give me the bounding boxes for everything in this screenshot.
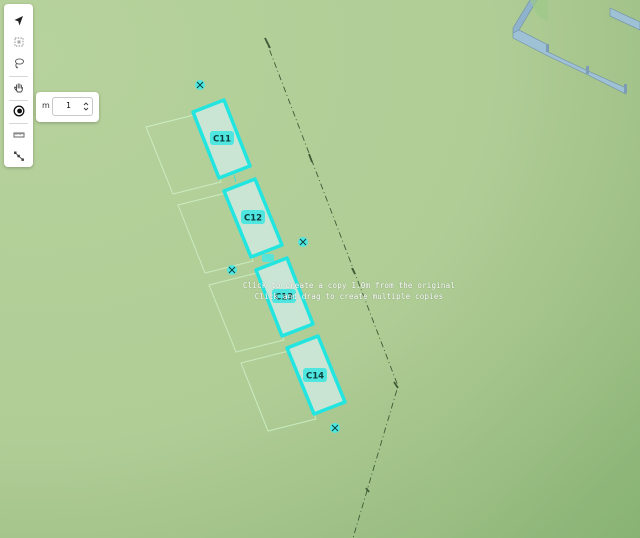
cell-label-c12: C12	[244, 214, 262, 224]
terrain-shade	[420, 300, 640, 538]
stepper-chevrons-icon[interactable]	[83, 101, 89, 112]
offset-distance-value: 1	[66, 101, 72, 110]
hand-icon	[13, 83, 23, 93]
offset-copy-tool[interactable]	[6, 101, 31, 121]
ruler-icon	[13, 132, 24, 138]
tool-palette	[4, 4, 33, 167]
toolbar-divider	[9, 123, 28, 124]
path-nodes-icon	[13, 151, 24, 161]
offset-target-icon	[13, 105, 24, 117]
pan-tool[interactable]	[6, 78, 31, 98]
measure-tool[interactable]	[6, 125, 31, 145]
junction-handle[interactable]	[262, 254, 274, 262]
offset-distance-input[interactable]: 1	[52, 97, 93, 116]
move-handle-left[interactable]	[227, 265, 237, 275]
move-handle-bottom[interactable]	[330, 423, 340, 433]
marquee-select-icon	[14, 37, 23, 47]
path-tool[interactable]	[6, 146, 31, 166]
cell-label-c11: C11	[213, 135, 231, 145]
select-tool[interactable]	[6, 11, 31, 31]
arrow-pointer-icon	[14, 16, 23, 26]
area-select-tool[interactable]	[6, 32, 31, 52]
move-handle-right[interactable]	[298, 237, 308, 247]
cell-label-c13: C13	[275, 293, 293, 303]
map-canvas[interactable]: C11 C12 C13 C14	[0, 0, 640, 538]
cell-label-c14: C14	[306, 372, 324, 382]
toolbar-divider	[9, 76, 28, 77]
offset-distance-panel: m 1	[36, 92, 99, 122]
lasso-tool[interactable]	[6, 53, 31, 73]
move-handle-top[interactable]	[195, 80, 205, 90]
lasso-icon	[14, 58, 24, 69]
offset-unit-label: m	[42, 101, 50, 110]
